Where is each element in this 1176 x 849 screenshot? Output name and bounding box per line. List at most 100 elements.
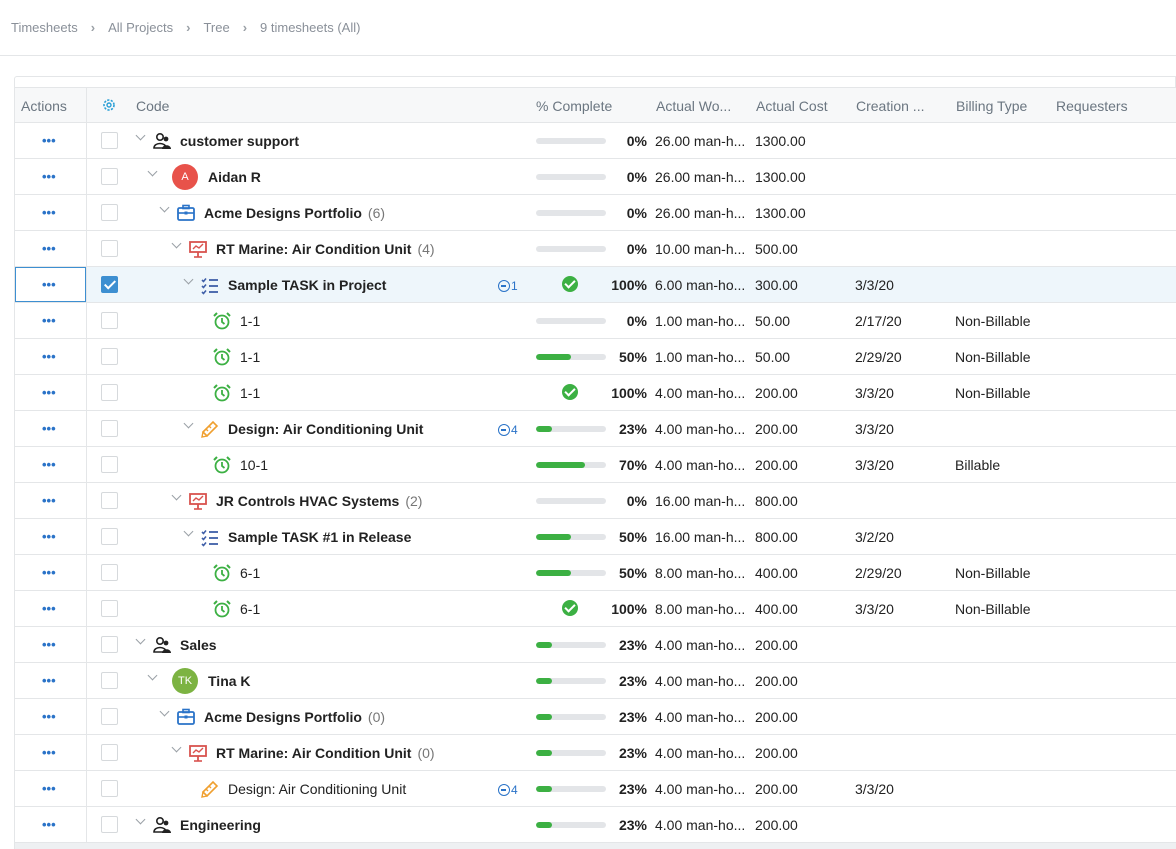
row-code[interactable]: Aidan R	[208, 169, 261, 185]
gear-icon[interactable]	[101, 97, 117, 116]
table-row[interactable]: ••• Sample TASK #1 in Release 50% 16.00 man…	[15, 519, 1176, 555]
row-actions-cell[interactable]: •••	[15, 303, 86, 338]
expand-chevron-icon[interactable]	[184, 528, 194, 538]
more-actions-icon[interactable]: •••	[42, 565, 56, 580]
table-row[interactable]: ••• Sample TASK in Project 1 100% 6.00 man-h…	[15, 267, 1176, 303]
row-code[interactable]: Acme Designs Portfolio (6)	[204, 205, 385, 221]
row-checkbox[interactable]	[101, 348, 118, 365]
row-code[interactable]: 1-1	[240, 385, 260, 401]
row-actions-cell[interactable]: •••	[15, 627, 86, 662]
more-actions-icon[interactable]: •••	[42, 673, 56, 688]
row-checkbox[interactable]	[101, 780, 118, 797]
row-checkbox[interactable]	[101, 564, 118, 581]
table-row[interactable]: ••• Acme Designs Portfolio (0) 23% 4.00 man-…	[15, 699, 1176, 735]
row-code[interactable]: Sales	[180, 637, 217, 653]
more-actions-icon[interactable]: •••	[42, 745, 56, 760]
expand-chevron-icon[interactable]	[136, 816, 146, 826]
more-actions-icon[interactable]: •••	[42, 457, 56, 472]
row-actions-cell[interactable]: •••	[15, 807, 86, 842]
table-row[interactable]: ••• Engineering 23% 4.00 man-ho... 200.00	[15, 807, 1176, 843]
table-row[interactable]: ••• A Aidan R 0% 26.00 man-h... 1300.00	[15, 159, 1176, 195]
row-code[interactable]: RT Marine: Air Condition Unit (4)	[216, 241, 435, 257]
breadcrumb-tree[interactable]: Tree	[203, 20, 229, 35]
row-actions-cell[interactable]: •••	[15, 447, 86, 482]
table-row[interactable]: ••• 10-1 70% 4.00 man-ho... 200.00 3/3/20 Bill…	[15, 447, 1176, 483]
row-code[interactable]: JR Controls HVAC Systems (2)	[216, 493, 422, 509]
row-code[interactable]: Engineering	[180, 817, 261, 833]
expand-chevron-icon[interactable]	[136, 636, 146, 646]
table-row[interactable]: ••• TK Tina K 23% 4.00 man-ho... 200.00	[15, 663, 1176, 699]
row-checkbox[interactable]	[101, 312, 118, 329]
row-actions-cell[interactable]: •••	[15, 519, 86, 554]
more-actions-icon[interactable]: •••	[42, 385, 56, 400]
row-actions-cell[interactable]: •••	[15, 339, 86, 374]
row-checkbox[interactable]	[101, 708, 118, 725]
row-code[interactable]: Sample TASK in Project	[228, 277, 386, 293]
expand-chevron-icon[interactable]	[172, 240, 182, 250]
more-actions-icon[interactable]: •••	[42, 529, 56, 544]
subtask-link[interactable]: 4	[498, 782, 518, 797]
expand-chevron-icon[interactable]	[184, 420, 194, 430]
row-actions-cell[interactable]: •••	[15, 663, 86, 698]
row-actions-cell[interactable]: •••	[15, 555, 86, 590]
row-actions-cell[interactable]: •••	[15, 735, 86, 770]
row-code[interactable]: Sample TASK #1 in Release	[228, 529, 411, 545]
header-requesters[interactable]: Requesters	[1056, 98, 1128, 114]
more-actions-icon[interactable]: •••	[42, 601, 56, 616]
row-actions-cell[interactable]: •••	[15, 375, 86, 410]
more-actions-icon[interactable]: •••	[42, 277, 56, 292]
more-actions-icon[interactable]: •••	[42, 133, 56, 148]
row-checkbox[interactable]	[101, 132, 118, 149]
header-actual-cost[interactable]: Actual Cost	[756, 98, 828, 114]
row-checkbox[interactable]	[101, 384, 118, 401]
row-actions-cell[interactable]: •••	[15, 483, 86, 518]
breadcrumb-all-projects[interactable]: All Projects	[108, 20, 173, 35]
table-row[interactable]: ••• Sales 23% 4.00 man-ho... 200.00	[15, 627, 1176, 663]
table-row[interactable]: ••• 1-1 100% 4.00 man-ho... 200.00 3/3/20 Non-…	[15, 375, 1176, 411]
expand-chevron-icon[interactable]	[184, 276, 194, 286]
more-actions-icon[interactable]: •••	[42, 817, 56, 832]
more-actions-icon[interactable]: •••	[42, 781, 56, 796]
row-actions-cell[interactable]: •••	[15, 699, 86, 734]
table-row[interactable]: ••• 6-1 100% 8.00 man-ho... 400.00 3/3/20 Non-…	[15, 591, 1176, 627]
row-code[interactable]: customer support	[180, 133, 299, 149]
table-row[interactable]: ••• 1-1 0% 1.00 man-ho... 50.00 2/17/20 Non-Bi…	[15, 303, 1176, 339]
row-checkbox[interactable]	[101, 528, 118, 545]
more-actions-icon[interactable]: •••	[42, 637, 56, 652]
expand-chevron-icon[interactable]	[172, 744, 182, 754]
row-code[interactable]: RT Marine: Air Condition Unit (0)	[216, 745, 435, 761]
table-row[interactable]: ••• RT Marine: Air Condition Unit (4) 0% 10.…	[15, 231, 1176, 267]
row-code[interactable]: Design: Air Conditioning Unit	[228, 421, 423, 437]
more-actions-icon[interactable]: •••	[42, 709, 56, 724]
more-actions-icon[interactable]: •••	[42, 241, 56, 256]
row-checkbox[interactable]	[101, 240, 118, 257]
table-row[interactable]: ••• Design: Air Conditioning Unit 4 23% 4.00…	[15, 771, 1176, 807]
row-code[interactable]: 10-1	[240, 457, 268, 473]
expand-chevron-icon[interactable]	[160, 708, 170, 718]
row-actions-cell[interactable]: •••	[15, 231, 86, 266]
row-checkbox[interactable]	[101, 456, 118, 473]
row-code[interactable]: 1-1	[240, 349, 260, 365]
table-row[interactable]: ••• JR Controls HVAC Systems (2) 0% 16.00 ma…	[15, 483, 1176, 519]
more-actions-icon[interactable]: •••	[42, 205, 56, 220]
header-billing-type[interactable]: Billing Type	[956, 98, 1027, 114]
row-actions-cell[interactable]: •••	[15, 195, 86, 230]
subtask-link[interactable]: 4	[498, 422, 518, 437]
breadcrumb-timesheets[interactable]: Timesheets	[11, 20, 78, 35]
table-row[interactable]: ••• 1-1 50% 1.00 man-ho... 50.00 2/29/20 Non-B…	[15, 339, 1176, 375]
row-checkbox[interactable]	[101, 744, 118, 761]
expand-chevron-icon[interactable]	[148, 672, 158, 682]
expand-chevron-icon[interactable]	[148, 168, 158, 178]
header-actual-work[interactable]: Actual Wo...	[656, 98, 731, 114]
expand-chevron-icon[interactable]	[160, 204, 170, 214]
more-actions-icon[interactable]: •••	[42, 421, 56, 436]
expand-chevron-icon[interactable]	[136, 132, 146, 142]
row-checkbox[interactable]	[101, 492, 118, 509]
table-row[interactable]: ••• 6-1 50% 8.00 man-ho... 400.00 2/29/20 Non-…	[15, 555, 1176, 591]
table-row[interactable]: ••• Acme Designs Portfolio (6) 0% 26.00 man-…	[15, 195, 1176, 231]
row-checkbox[interactable]	[101, 636, 118, 653]
table-row[interactable]: ••• RT Marine: Air Condition Unit (0) 23% 4.…	[15, 735, 1176, 771]
header-pct-complete[interactable]: % Complete	[536, 98, 612, 114]
more-actions-icon[interactable]: •••	[42, 349, 56, 364]
row-checkbox[interactable]	[101, 816, 118, 833]
